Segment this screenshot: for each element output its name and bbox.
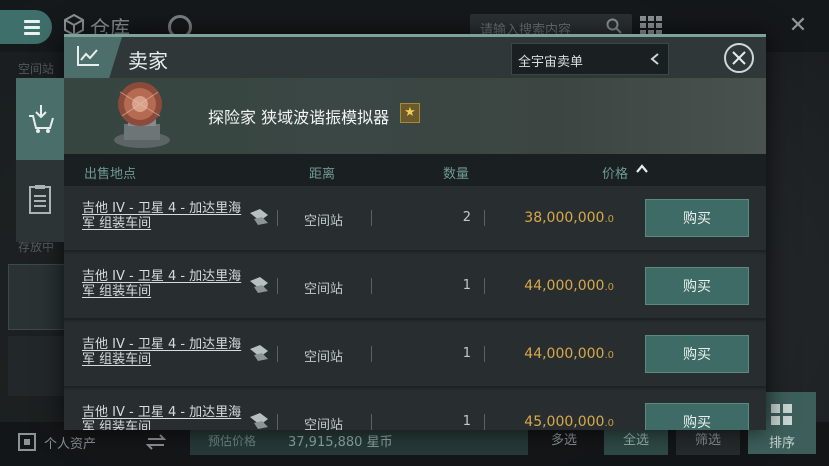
dialog-title: 卖家 (128, 49, 168, 73)
order-row: 吉他 IV - 卫星 4 - 加达里海军 组装车间 空间站 1 45,000,0… (64, 390, 766, 430)
order-price: 44,000,000.0 (494, 278, 614, 294)
order-price-decimal: .0 (604, 418, 614, 429)
background-ship-thumbnail[interactable] (8, 336, 66, 396)
star-icon: ★ (400, 103, 420, 123)
filter-button[interactable]: 筛选 (676, 427, 740, 455)
column-distance[interactable]: 距离 (309, 163, 335, 182)
background-left-label: 空间站 (18, 62, 55, 76)
assets-icon (18, 433, 36, 451)
column-price[interactable]: 价格 (602, 163, 628, 182)
menu-button[interactable] (0, 10, 52, 44)
swap-icon (146, 434, 166, 450)
order-distance: 空间站 (304, 282, 344, 297)
order-distance: 空间站 (304, 214, 344, 229)
estimated-price-value: 37,915,880 星币 (288, 435, 393, 450)
close-icon (732, 51, 746, 65)
ship-icon (250, 209, 268, 225)
item-banner: 探险家 狭域波谐振模拟器 ★ (64, 78, 766, 154)
chevron-left-icon (650, 53, 659, 65)
ship-icon (250, 345, 268, 361)
estimated-price-box: 预估价格 37,915,880 星币 (190, 427, 528, 455)
sort-up-icon[interactable] (635, 162, 649, 176)
multi-select-button[interactable]: 多选 (536, 427, 592, 455)
ship-icon (250, 413, 268, 429)
personal-assets-button[interactable]: 个人资产 (14, 430, 174, 454)
buy-button[interactable]: 购买 (645, 199, 749, 237)
order-price: 45,000,000.0 (494, 414, 614, 430)
order-price-value: 45,000,000 (524, 414, 605, 430)
chart-icon (77, 46, 99, 66)
order-row: 吉他 IV - 卫星 4 - 加达里海军 组装车间 空间站 1 44,000,0… (64, 254, 766, 320)
search-icon[interactable] (606, 18, 622, 34)
estimated-price-label: 预估价格 (208, 434, 257, 448)
select-all-button[interactable]: 全选 (604, 427, 668, 455)
column-quantity[interactable]: 数量 (443, 163, 469, 182)
sort-icon (771, 404, 792, 425)
order-quantity: 2 (462, 210, 471, 225)
orders-list: 吉他 IV - 卫星 4 - 加达里海军 组装车间 空间站 2 38,000,0… (64, 186, 766, 430)
close-button[interactable] (724, 43, 754, 73)
sort-label: 排序 (768, 436, 795, 451)
region-dropdown-value: 全宇宙卖单 (518, 55, 584, 70)
clipboard-icon (29, 185, 51, 214)
personal-assets-label: 个人资产 (44, 437, 97, 452)
order-row: 吉他 IV - 卫星 4 - 加达里海军 组装车间 空间站 1 44,000,0… (64, 322, 766, 388)
order-location-link[interactable]: 吉他 IV - 卫星 4 - 加达里海军 组装车间 (82, 201, 247, 231)
order-price-decimal: .0 (604, 282, 614, 293)
app-root: 仓库 请输入搜索内容 ✕ 空间站 存放中 个人资产 预估价格 37,915,88… (0, 0, 829, 466)
ship-icon (250, 277, 268, 293)
item-image[interactable] (102, 80, 182, 152)
order-price-value: 38,000,000 (524, 210, 605, 226)
menu-icon (24, 20, 40, 23)
order-distance: 空间站 (304, 350, 344, 365)
order-distance: 空间站 (304, 418, 344, 430)
order-location-link[interactable]: 吉他 IV - 卫星 4 - 加达里海军 组装车间 (82, 269, 247, 299)
cart-download-icon (29, 105, 54, 133)
region-dropdown[interactable]: 全宇宙卖单 (511, 43, 669, 75)
order-price-decimal: .0 (604, 350, 614, 361)
order-location-link[interactable]: 吉他 IV - 卫星 4 - 加达里海军 组装车间 (82, 337, 247, 367)
order-price-value: 44,000,000 (524, 278, 605, 294)
order-row: 吉他 IV - 卫星 4 - 加达里海军 组装车间 空间站 2 38,000,0… (64, 186, 766, 252)
cube-icon (64, 14, 84, 36)
header-icon-block (64, 37, 122, 78)
order-price: 38,000,000.0 (494, 210, 614, 226)
background-close-icon[interactable]: ✕ (786, 14, 810, 38)
background-ship-thumbnail[interactable] (8, 264, 66, 330)
column-location[interactable]: 出售地点 (84, 163, 136, 182)
item-name: 探险家 狭域波谐振模拟器 (208, 108, 390, 127)
dialog-header: 卖家 全宇宙卖单 (64, 34, 766, 78)
buy-button[interactable]: 购买 (645, 267, 749, 305)
sellers-dialog: 卖家 全宇宙卖单 探险家 狭域波谐振模拟器 ★ 出售地点 距离 数量 价格 吉他… (64, 34, 766, 430)
order-price: 44,000,000.0 (494, 346, 614, 362)
grid-icon[interactable] (640, 16, 662, 36)
orders-table-header: 出售地点 距离 数量 价格 (64, 154, 766, 186)
order-quantity: 1 (462, 346, 471, 361)
tab-sell-orders[interactable] (16, 78, 64, 160)
tab-buy-orders[interactable] (16, 160, 64, 242)
order-price-value: 44,000,000 (524, 346, 605, 362)
order-quantity: 1 (462, 414, 471, 429)
buy-button[interactable]: 购买 (645, 403, 749, 430)
order-quantity: 1 (462, 278, 471, 293)
order-location-link[interactable]: 吉他 IV - 卫星 4 - 加达里海军 组装车间 (82, 405, 247, 430)
order-price-decimal: .0 (604, 214, 614, 225)
buy-button[interactable]: 购买 (645, 335, 749, 373)
